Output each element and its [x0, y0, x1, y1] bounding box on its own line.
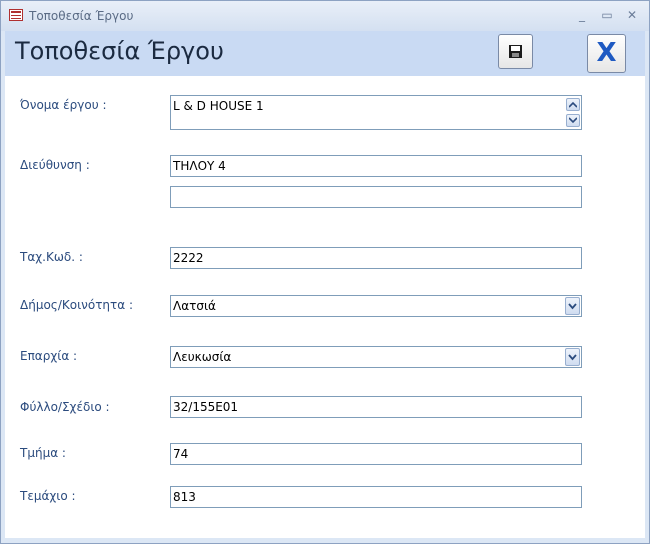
save-icon [509, 45, 522, 58]
scroll-up-button[interactable] [566, 98, 580, 111]
chevron-down-icon [568, 354, 577, 361]
address-label: Διεύθυνση : [20, 158, 90, 172]
district-value: Λευκωσία [173, 350, 232, 364]
form-header: Τοποθεσία Έργου X [5, 31, 645, 76]
address-line2-field[interactable] [170, 186, 582, 208]
district-dropdown-button[interactable] [565, 348, 580, 366]
chevron-up-icon [569, 101, 577, 108]
maximize-button[interactable]: ▭ [599, 7, 615, 23]
district-label: Επαρχία : [20, 349, 78, 363]
form-icon [9, 9, 23, 21]
chevron-down-icon [569, 117, 577, 124]
municipality-label: Δήμος/Κοινότητα : [20, 298, 134, 312]
chevron-down-icon [568, 303, 577, 310]
district-combo[interactable]: Λευκωσία [170, 346, 582, 368]
title-bar: Τοποθεσία Έργου _ ▭ ✕ [1, 1, 649, 31]
minimize-button[interactable]: _ [574, 7, 590, 23]
scroll-down-button[interactable] [566, 114, 580, 127]
project-name-label: Όνομα έργου : [20, 98, 107, 112]
plot-label: Τεμάχιο : [20, 489, 76, 503]
section-field[interactable]: 74 [170, 443, 582, 465]
sheet-plan-label: Φύλλο/Σχέδιο : [20, 400, 110, 414]
municipality-value: Λατσιά [173, 299, 216, 313]
form-body: Όνομα έργου : L & D HOUSE 1 Διεύθυνση : … [5, 76, 645, 538]
plot-field[interactable]: 813 [170, 486, 582, 508]
sheet-plan-field[interactable]: 32/155E01 [170, 396, 582, 418]
municipality-combo[interactable]: Λατσιά [170, 295, 582, 317]
section-label: Τμήμα : [20, 446, 66, 460]
postal-code-field[interactable]: 2222 [170, 247, 582, 269]
address-line1-field[interactable]: ΤΗΛΟΥ 4 [170, 155, 582, 177]
project-name-value: L & D HOUSE 1 [173, 99, 264, 113]
window-close-button[interactable]: ✕ [624, 7, 640, 23]
save-button[interactable] [498, 34, 533, 69]
window-title: Τοποθεσία Έργου [29, 9, 134, 23]
postal-code-label: Ταχ.Κωδ. : [20, 250, 83, 264]
form-window: Τοποθεσία Έργου _ ▭ ✕ Τοποθεσία Έργου X … [0, 0, 650, 544]
project-name-field[interactable]: L & D HOUSE 1 [170, 95, 582, 130]
close-form-button[interactable]: X [587, 34, 626, 73]
municipality-dropdown-button[interactable] [565, 297, 580, 315]
form-title: Τοποθεσία Έργου [15, 37, 224, 65]
